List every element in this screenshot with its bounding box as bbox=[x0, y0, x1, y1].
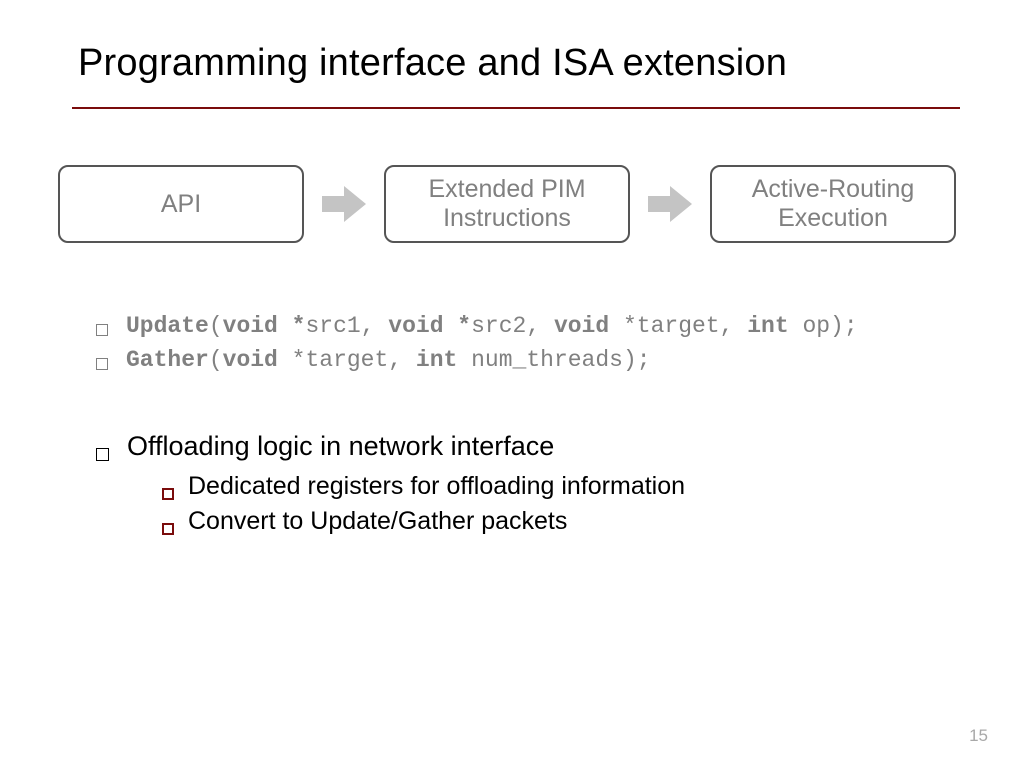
sub-text: Convert to Update/Gather packets bbox=[188, 507, 567, 536]
bullet-icon bbox=[162, 488, 174, 500]
sub-item: Convert to Update/Gather packets bbox=[162, 507, 960, 536]
body-list: Offloading logic in network interface bbox=[96, 431, 960, 462]
flow-box-label: API bbox=[161, 190, 201, 219]
bullet-icon bbox=[96, 324, 108, 336]
page-number: 15 bbox=[969, 726, 988, 746]
slide-title: Programming interface and ISA extension bbox=[78, 42, 960, 85]
flow-box-api: API bbox=[58, 165, 304, 243]
flow-diagram: API Extended PIM Instructions Active-Rou… bbox=[58, 165, 960, 243]
arrow-icon bbox=[322, 186, 366, 222]
sub-list: Dedicated registers for offloading infor… bbox=[162, 472, 960, 536]
bullet-icon bbox=[96, 358, 108, 370]
slide: Programming interface and ISA extension … bbox=[0, 0, 1024, 768]
api-gather-signature: Gather(void *target, int num_threads); bbox=[126, 347, 651, 373]
arrow-icon bbox=[648, 186, 692, 222]
api-gather-row: Gather(void *target, int num_threads); bbox=[96, 347, 960, 373]
flow-box-instructions: Extended PIM Instructions bbox=[384, 165, 630, 243]
bullet-icon bbox=[162, 523, 174, 535]
flow-box-label: Active-Routing Execution bbox=[712, 175, 954, 233]
flow-box-label: Extended PIM Instructions bbox=[386, 175, 628, 233]
title-rule bbox=[72, 107, 960, 109]
sub-item: Dedicated registers for offloading infor… bbox=[162, 472, 960, 501]
body-item: Offloading logic in network interface bbox=[96, 431, 960, 462]
api-signature-list: Update(void *src1, void *src2, void *tar… bbox=[96, 313, 960, 373]
api-update-row: Update(void *src1, void *src2, void *tar… bbox=[96, 313, 960, 339]
sub-text: Dedicated registers for offloading infor… bbox=[188, 472, 685, 501]
flow-box-execution: Active-Routing Execution bbox=[710, 165, 956, 243]
body-text: Offloading logic in network interface bbox=[127, 431, 554, 462]
api-update-signature: Update(void *src1, void *src2, void *tar… bbox=[126, 313, 858, 339]
bullet-icon bbox=[96, 448, 109, 461]
